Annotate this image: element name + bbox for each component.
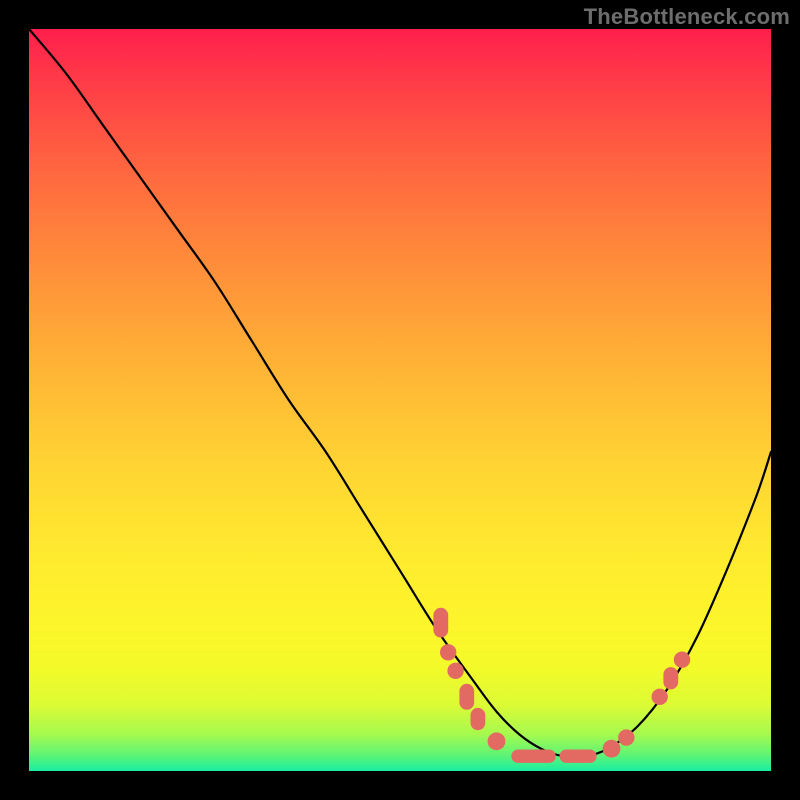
- curve-marker-pill: [511, 750, 556, 763]
- curve-marker-dot: [618, 729, 634, 745]
- curve-marker-pill: [471, 708, 486, 730]
- chart-plot-area: [29, 29, 771, 771]
- curve-marker-dot: [652, 689, 668, 705]
- curve-marker-dot: [447, 663, 463, 679]
- chart-svg: [29, 29, 771, 771]
- curve-marker-dot: [674, 652, 690, 668]
- curve-marker-dot: [440, 644, 456, 660]
- curve-markers: [433, 608, 690, 763]
- curve-marker-pill: [560, 750, 597, 763]
- curve-marker-dot: [603, 740, 621, 758]
- curve-marker-pill: [663, 667, 678, 689]
- curve-marker-dot: [488, 732, 506, 750]
- curve-marker-pill: [433, 608, 448, 638]
- bottleneck-curve: [29, 29, 771, 757]
- curve-marker-pill: [459, 684, 474, 710]
- watermark-text: TheBottleneck.com: [584, 4, 790, 30]
